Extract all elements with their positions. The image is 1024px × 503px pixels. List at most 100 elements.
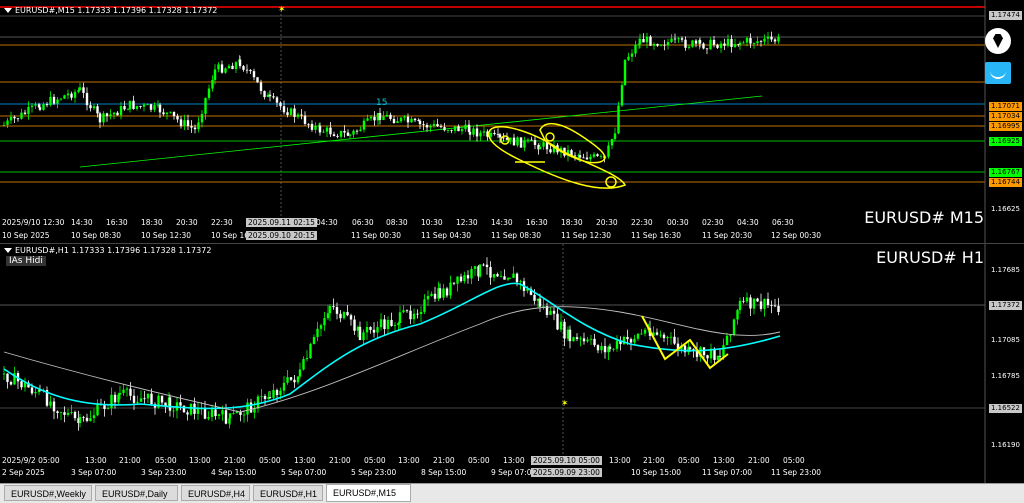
candle-body bbox=[432, 123, 436, 126]
candle-body bbox=[466, 275, 470, 279]
candle-body bbox=[102, 113, 105, 123]
candle-body bbox=[2, 373, 6, 375]
candle-body bbox=[382, 116, 385, 120]
candle-body bbox=[172, 111, 176, 117]
candle-body bbox=[725, 335, 729, 346]
candle-body bbox=[275, 97, 279, 103]
candle-body bbox=[329, 127, 332, 135]
candle-body bbox=[34, 392, 37, 394]
candle-body bbox=[234, 62, 238, 69]
candle-body bbox=[153, 105, 156, 110]
m15-time-label: 2025.09.11 02:15 bbox=[246, 218, 317, 227]
candle-body bbox=[92, 106, 96, 109]
candle-body bbox=[168, 397, 172, 411]
m15-price-label: 1.16925 bbox=[989, 137, 1022, 146]
candle-body bbox=[512, 273, 515, 278]
candle-body bbox=[482, 264, 485, 266]
candle-body bbox=[409, 310, 412, 320]
candle-body bbox=[249, 70, 252, 72]
candle-body bbox=[179, 402, 182, 406]
candle-body bbox=[413, 118, 417, 121]
candle-body bbox=[684, 39, 687, 48]
candle-body bbox=[620, 85, 624, 106]
h1-chart-canvas[interactable]: ✶ bbox=[0, 244, 1024, 483]
candle-body bbox=[705, 48, 709, 50]
candle-body bbox=[499, 276, 503, 278]
candle-body bbox=[303, 115, 307, 124]
m15-chart-canvas[interactable]: ✶ bbox=[0, 0, 1024, 243]
candle-body bbox=[246, 402, 249, 415]
m15-ohlc-text: EURUSD#,M15 1.17333 1.17396 1.17328 1.17… bbox=[15, 6, 218, 15]
candle-body bbox=[186, 412, 189, 415]
m15-time-label: 16:30 bbox=[526, 218, 548, 227]
h1-time-label: 13:00 bbox=[398, 456, 420, 465]
candle-body bbox=[23, 112, 27, 114]
candle-body bbox=[485, 264, 489, 268]
h1-time-label: 05:00 bbox=[678, 456, 700, 465]
h1-time-label: 4 Sep 15:00 bbox=[211, 468, 257, 477]
candle-body bbox=[405, 310, 409, 312]
candle-body bbox=[445, 288, 449, 296]
candle-body bbox=[293, 108, 296, 117]
candle-body bbox=[6, 373, 9, 382]
candle-body bbox=[412, 313, 416, 320]
candle-body bbox=[593, 338, 596, 346]
h1-time-label: 2025/9/2 05:00 bbox=[2, 456, 60, 465]
candle-body bbox=[396, 121, 399, 123]
candle-body bbox=[136, 401, 139, 403]
candle-body bbox=[702, 347, 706, 356]
candle-body bbox=[213, 69, 217, 81]
dropdown-icon[interactable] bbox=[4, 8, 12, 13]
candle-body bbox=[179, 119, 183, 127]
candle-body bbox=[146, 393, 150, 399]
candle-body bbox=[323, 318, 326, 326]
candle-body bbox=[709, 39, 712, 50]
smile-logo-icon bbox=[985, 62, 1011, 84]
chart-pane-m15[interactable]: ✶ EURUSD#,M15 1.17333 1.17396 1.17328 1.… bbox=[0, 0, 1024, 244]
candle-body bbox=[634, 44, 637, 54]
candle-body bbox=[352, 130, 355, 135]
ias-hidden-badge[interactable]: IAs Hidi bbox=[6, 256, 46, 266]
chart-tab[interactable]: EURUSD#,Daily bbox=[95, 485, 178, 501]
chart-tab[interactable]: EURUSD#,M15 bbox=[326, 484, 411, 502]
candle-body bbox=[649, 36, 652, 46]
candle-body bbox=[777, 305, 780, 313]
candle-body bbox=[85, 92, 89, 106]
candle-body bbox=[227, 65, 231, 69]
m15-time-label: 11 Sep 04:30 bbox=[421, 231, 472, 240]
candle-body bbox=[286, 112, 289, 115]
dropdown-icon[interactable] bbox=[4, 248, 12, 253]
candle-body bbox=[307, 123, 310, 125]
candle-body bbox=[197, 122, 200, 130]
h1-time-label: 2025.09.10 05:00 bbox=[531, 456, 602, 465]
m15-time-label: 10:30 bbox=[421, 218, 443, 227]
candle-body bbox=[56, 411, 59, 413]
chart-tab[interactable]: EURUSD#,H1 bbox=[253, 485, 323, 501]
candle-body bbox=[426, 296, 430, 300]
candle-body bbox=[759, 301, 763, 309]
candle-body bbox=[516, 137, 519, 146]
candle-body bbox=[196, 408, 200, 414]
candle-body bbox=[423, 299, 426, 312]
candle-body bbox=[482, 131, 486, 133]
chart-tab[interactable]: EURUSD#,Weekly bbox=[4, 485, 92, 501]
h1-time-label: 2 Sep 2025 bbox=[2, 468, 45, 477]
candle-body bbox=[9, 116, 13, 121]
chart-tab[interactable]: EURUSD#,H4 bbox=[181, 485, 250, 501]
candle-body bbox=[633, 338, 636, 343]
candle-body bbox=[172, 410, 175, 412]
m15-time-label: 18:30 bbox=[561, 218, 583, 227]
m15-price-label: 1.17034 bbox=[989, 112, 1022, 121]
chart-pane-h1[interactable]: ✶ EURUSD#,H1 1.17333 1.17396 1.17328 1.1… bbox=[0, 244, 1024, 483]
h1-time-label: 21:00 bbox=[329, 456, 351, 465]
annotation-circle bbox=[545, 132, 555, 142]
candle-body bbox=[293, 379, 296, 383]
m15-price-label: 1.17071 bbox=[989, 102, 1022, 111]
candle-body bbox=[358, 326, 362, 341]
candle-body bbox=[589, 338, 593, 340]
h1-time-label: 13:00 bbox=[294, 456, 316, 465]
candle-body bbox=[289, 377, 293, 380]
h1-time-label: 3 Sep 23:00 bbox=[141, 468, 187, 477]
candle-body bbox=[359, 129, 362, 132]
candle-body bbox=[623, 59, 627, 86]
